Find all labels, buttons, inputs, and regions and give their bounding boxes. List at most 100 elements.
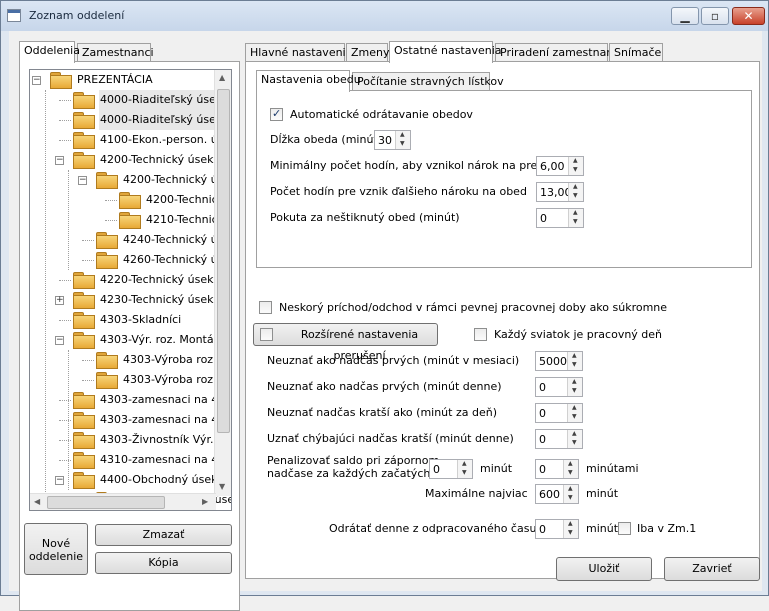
tab-snimace[interactable]: Snímače [609,43,663,63]
missing-ov-spinner[interactable]: 0 [535,429,583,449]
tree-item[interactable]: − 4400-Obchodný úsek OÚ [30,470,231,490]
tree-item[interactable]: 4240-Technický úse [30,230,230,250]
ov-short-label: Neuznať nadčas kratší ako (minút za deň) [267,406,497,419]
auto-lunch-checkbox[interactable] [270,107,283,121]
penalty-spinner[interactable]: 0 [536,208,584,228]
spinner-arrows-icon[interactable] [568,183,583,201]
penalize-by-spinner[interactable]: 0 [535,459,579,479]
tree-item[interactable]: − 4303-Výr. roz. Montáž [30,330,220,350]
copy-button[interactable]: Kópia [95,552,232,574]
tree-connector [82,240,94,241]
tree-vertical-scrollbar[interactable]: ▲ ▼ [214,70,231,496]
department-tree[interactable]: − PREZENTÁCIA 4000-Riaditeľský úsek RI 4000… [29,69,232,511]
tab-hlavne-nastavenia[interactable]: Hlavné nastavenia [245,43,352,63]
ov-short-spinner[interactable]: 0 [535,403,583,423]
tree-item[interactable]: 4210-Technický [30,210,230,230]
only-zm1-checkbox[interactable] [618,522,631,535]
delete-button[interactable]: Zmazať [95,524,232,546]
penalize-minutes-spinner[interactable]: 0 [429,459,473,479]
max-label: Maximálne najviac [425,487,528,500]
collapse-icon[interactable]: − [78,176,87,185]
tab-zamestnanci[interactable]: Zamestnanci [77,43,154,63]
spinner-arrows-icon[interactable] [567,378,582,396]
tree-connector [82,260,94,261]
scroll-right-icon[interactable]: ▶ [202,497,208,506]
spinner-arrows-icon[interactable] [567,352,582,370]
penalty-label: Pokuta za neštiknutý obed (minút) [270,211,460,224]
tab-priradeni-zamestnanci[interactable]: Priradení zamestnanci [495,43,622,63]
spinner-arrows-icon[interactable] [567,404,582,422]
hours-next-label: Počet hodín pre vznik ďalšieho nároku na… [270,185,527,198]
tree-item[interactable]: 4100-Ekon.-person. úsek [30,130,231,150]
penalize-minutes-unit: minút [480,462,513,475]
collapse-icon[interactable]: − [55,156,64,165]
tree-item[interactable]: 4303-Skladníci [30,310,220,330]
spinner-arrows-icon[interactable] [563,460,578,478]
tree-item[interactable]: 4303-zamesnaci na 4350 [30,410,231,430]
tab-oddelenia[interactable]: Oddelenia [19,41,80,63]
tree-item[interactable]: 4310-zamesnaci na 4303 [30,450,231,470]
folder-icon [73,292,95,309]
spinner-arrows-icon[interactable] [563,485,578,503]
subtab-nastavenia-obedu[interactable]: Nastavenia obedu [256,70,361,92]
daily-deduct-spinner[interactable]: 0 [535,519,579,539]
extended-interruptions-checkbox[interactable] [260,328,273,341]
close-window-button[interactable]: ✕ [732,7,765,25]
spinner-arrows-icon[interactable] [568,157,583,175]
hours-next-spinner[interactable]: 13,00 [536,182,584,202]
scroll-down-icon[interactable]: ▼ [219,482,225,491]
scroll-up-icon[interactable]: ▲ [219,73,225,82]
collapse-icon[interactable]: − [32,76,41,85]
max-spinner[interactable]: 600 [535,484,579,504]
expand-icon[interactable]: + [55,296,64,305]
subtab-pocitanie-stravnych-listkov[interactable]: Počítanie stravných lístkov [352,72,504,92]
tree-item[interactable]: 4303-zamesnaci na 4320 [30,390,231,410]
tree-item[interactable]: 4260-Technický úse [30,250,230,270]
tab-zmeny[interactable]: Zmeny [346,43,390,63]
maximize-button[interactable]: ▫ [701,7,729,25]
min-hours-spinner[interactable]: 6,00 [536,156,584,176]
tree-item[interactable]: 4220-Technický úsek TÚ [30,270,231,290]
ov-short-value: 0 [539,407,546,420]
tree-item[interactable]: − 4200-Technický úsek TÚ [30,150,231,170]
tree-horizontal-scroll-thumb[interactable] [47,496,165,509]
spinner-arrows-icon[interactable] [563,520,578,538]
extended-interruptions-button[interactable]: Rozšírené nastavenia prerušení [253,323,438,362]
tree-item[interactable]: 4200-Technický [30,190,230,210]
minimize-button[interactable]: ▁ [671,7,699,25]
tree-item[interactable]: − PREZENTÁCIA [30,70,220,90]
spinner-arrows-icon[interactable] [457,460,472,478]
tree-item[interactable]: 4000-Riaditeľský úsek RI [30,90,231,110]
tree-item-label: 4230-Technický úsek TÚ [100,293,232,306]
tree-item-label: 4310-zamesnaci na 4303 [100,453,232,466]
ov-day-spinner[interactable]: 0 [535,377,583,397]
tree-item[interactable]: 4303-Živnostník Výr. roz. [30,430,231,450]
spinner-arrows-icon[interactable] [567,430,582,448]
scroll-left-icon[interactable]: ◀ [34,497,40,506]
tree-item[interactable]: −4200-Technický úsek [30,170,231,190]
folder-icon [73,272,95,289]
tree-item[interactable]: 4303-Výroba roz. TH [30,370,231,390]
tree-item[interactable]: 4000-Riaditeľský úsek RI [30,110,231,130]
tree-vertical-scroll-thumb[interactable] [217,89,230,433]
spinner-arrows-icon[interactable] [568,209,583,227]
lunch-length-spinner[interactable]: 30 [374,130,411,150]
holiday-checkbox[interactable] [474,328,487,341]
save-button[interactable]: Uložiť [556,557,652,581]
tree-item-label: 4303-zamesnaci na 4350 [100,413,232,426]
collapse-icon[interactable]: − [55,476,64,485]
title-bar[interactable]: Zoznam oddelení ▁ ▫ ✕ [1,1,768,31]
folder-icon [73,152,95,169]
folder-icon [96,252,118,269]
folder-icon [73,92,95,109]
tree-item[interactable]: 4303-Výroba roz. TH [30,350,231,370]
spinner-arrows-icon[interactable] [395,131,410,149]
tree-horizontal-scrollbar[interactable]: ◀ ▶ [30,493,216,510]
collapse-icon[interactable]: − [55,336,64,345]
late-arrival-checkbox[interactable] [259,301,272,314]
ov-month-spinner[interactable]: 5000 [535,351,583,371]
tree-item[interactable]: +4230-Technický úsek TÚ [30,290,231,310]
close-button[interactable]: Zavrieť [664,557,760,581]
new-department-button[interactable]: Nové oddelenie [24,523,88,575]
tab-ostatne-nastavenia[interactable]: Ostatné nastavenia [389,41,502,63]
